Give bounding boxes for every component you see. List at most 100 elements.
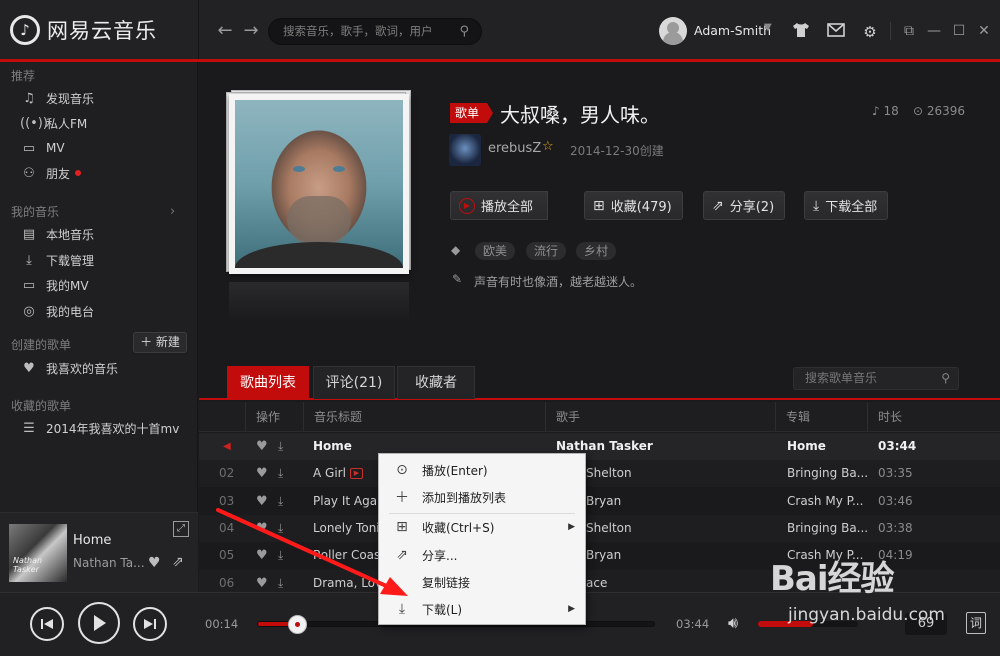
heart-icon[interactable]: ♥: [256, 542, 268, 569]
sidebar-item-collected-playlist[interactable]: ☰ 2014年我喜欢的十首mv: [20, 417, 179, 439]
playlist-search-input[interactable]: 搜索歌单音乐 ⚲: [793, 367, 959, 390]
song-artist[interactable]: Shelton: [556, 515, 766, 542]
song-artist[interactable]: ace: [556, 570, 766, 593]
heart-icon[interactable]: ♥: [148, 555, 161, 571]
minimize-icon[interactable]: —: [925, 22, 943, 40]
mini-mode-icon[interactable]: ⧉: [900, 22, 918, 40]
menu-item-share[interactable]: ⇗ 分享...: [379, 542, 585, 568]
collect-button[interactable]: ⊞ 收藏(479): [584, 191, 683, 220]
maximize-icon[interactable]: ☐: [950, 22, 968, 40]
sidebar-item-downloads[interactable]: ⤓ 下载管理: [20, 249, 94, 271]
submenu-arrow-icon: ▶: [568, 522, 575, 532]
now-playing-mini[interactable]: Nathan Tasker Home Nathan Ta... ⤢ ♥ ⇗: [0, 512, 198, 592]
search-icon[interactable]: ⚲: [941, 368, 950, 389]
sidebar-item-discover[interactable]: ♫ 发现音乐: [20, 87, 94, 109]
menu-item-add-to-queue[interactable]: ＋ 添加到播放列表: [379, 484, 585, 510]
song-album[interactable]: Bringing Ba...: [787, 515, 867, 542]
chevron-right-icon[interactable]: ›: [170, 204, 175, 219]
play-all-button[interactable]: ▶ 播放全部: [450, 191, 548, 220]
lyrics-button[interactable]: 词: [966, 612, 986, 634]
expand-icon[interactable]: ⤢: [173, 521, 189, 537]
mail-icon[interactable]: [826, 22, 846, 42]
download-icon[interactable]: ⤓: [278, 460, 283, 487]
sidebar-item-mv[interactable]: ▭ MV: [20, 137, 65, 159]
volume-slider[interactable]: [758, 621, 858, 627]
menu-item-download[interactable]: ⤓ 下载(L) ▶: [379, 596, 585, 622]
download-all-button[interactable]: ⤓ 下载全部: [804, 191, 889, 220]
sidebar-item-my-mv[interactable]: ▭ 我的MV: [20, 274, 89, 296]
song-artist[interactable]: Nathan Tasker: [556, 433, 766, 460]
tab-comments[interactable]: 评论(21): [313, 366, 395, 399]
song-album[interactable]: Crash My P...: [787, 488, 867, 515]
back-arrow-icon[interactable]: ←: [214, 20, 236, 42]
creator-name[interactable]: erebusZ: [488, 141, 541, 156]
song-title-text: Home: [313, 439, 352, 453]
menu-item-play[interactable]: ⊙ 播放(Enter): [379, 457, 585, 483]
logo-icon: ♪: [10, 15, 40, 45]
song-album[interactable]: Crash My P...: [787, 542, 867, 569]
sidebar-item-friends[interactable]: ⚇ 朋友: [20, 162, 82, 184]
sidebar-item-local-music[interactable]: ▤ 本地音乐: [20, 223, 94, 245]
download-all-label: 下载全部: [825, 200, 878, 215]
play-pause-button[interactable]: [78, 602, 120, 644]
tab-song-list[interactable]: 歌曲列表: [227, 366, 309, 399]
song-artist[interactable]: Bryan: [556, 542, 766, 569]
heart-icon[interactable]: ♥: [256, 515, 268, 542]
skin-shirt-icon[interactable]: [791, 22, 811, 42]
avatar[interactable]: [659, 17, 687, 45]
column-header-album[interactable]: 专辑: [775, 402, 867, 432]
previous-track-button[interactable]: [30, 607, 64, 641]
download-icon[interactable]: ⤓: [278, 433, 283, 460]
column-header-artist[interactable]: 歌手: [545, 402, 775, 432]
table-row[interactable]: 04 ♥ ⤓ Lonely Tonig Shelton Bringing Ba... 03:…: [199, 514, 1000, 542]
song-album[interactable]: Bringing Ba...: [787, 460, 867, 487]
tag-pill[interactable]: 乡村: [576, 242, 617, 260]
mini-album-cover[interactable]: Nathan Tasker: [9, 524, 67, 582]
song-album[interactable]: [787, 570, 867, 593]
tag-pill[interactable]: 流行: [526, 242, 567, 260]
download-icon[interactable]: ⤓: [278, 488, 283, 515]
username[interactable]: Adam-Smith: [694, 23, 771, 38]
forward-arrow-icon[interactable]: →: [240, 20, 262, 42]
menu-item-copy-link[interactable]: 复制链接: [379, 569, 585, 595]
tab-collectors[interactable]: 收藏者: [397, 366, 475, 399]
creator-avatar[interactable]: [449, 134, 481, 166]
share-icon[interactable]: ⇗: [172, 554, 184, 570]
heart-icon[interactable]: ♥: [256, 488, 268, 515]
gear-icon[interactable]: ⚙: [860, 22, 880, 42]
heart-icon[interactable]: ♥: [256, 570, 268, 593]
tag-pill[interactable]: 欧美: [475, 242, 516, 260]
next-track-button[interactable]: [133, 607, 167, 641]
chevron-down-icon[interactable]: ▼: [764, 22, 772, 33]
playlist-cover[interactable]: [223, 90, 411, 276]
download-icon[interactable]: ⤓: [278, 542, 283, 569]
heart-icon[interactable]: ♥: [256, 460, 268, 487]
song-artist[interactable]: Shelton: [556, 460, 766, 487]
download-icon[interactable]: ⤓: [278, 570, 283, 593]
mv-icon[interactable]: ▶: [349, 468, 363, 480]
heart-icon[interactable]: ♥: [256, 433, 268, 460]
sidebar-item-liked-music[interactable]: ♥ 我喜欢的音乐: [20, 357, 118, 379]
search-icon[interactable]: ⚲: [459, 19, 469, 44]
search-input[interactable]: 搜索音乐，歌手，歌词，用户 ⚲: [268, 18, 482, 45]
share-button[interactable]: ⇗ 分享(2): [703, 191, 786, 220]
app-logo[interactable]: ♪ 网易云音乐: [10, 15, 157, 45]
close-icon[interactable]: ✕: [975, 22, 993, 40]
table-row[interactable]: 02 ♥ ⤓ A Girl ▶ Shelton Bringing Ba... 03:35: [199, 460, 1000, 488]
new-playlist-button[interactable]: ＋ 新建: [133, 332, 187, 353]
download-icon[interactable]: ⤓: [278, 515, 283, 542]
song-album[interactable]: Home: [787, 433, 867, 460]
column-header-duration[interactable]: 时长: [867, 402, 1000, 432]
table-row[interactable]: 06 ♥ ⤓ Drama, Love ace: [199, 569, 1000, 593]
column-header-title[interactable]: 音乐标题: [303, 402, 545, 432]
table-row[interactable]: 03 ♥ ⤓ Play It Again Bryan Crash My P... 03:46: [199, 487, 1000, 515]
sidebar-item-fm[interactable]: ((•)) 私人FM: [20, 112, 87, 134]
table-row[interactable]: ◀ ♥ ⤓ Home Nathan Tasker Home 03:44: [199, 433, 1000, 460]
menu-item-collect[interactable]: ⊞ 收藏(Ctrl+S) ▶: [379, 514, 585, 540]
volume-icon[interactable]: 🔊︎: [728, 613, 738, 633]
progress-handle[interactable]: [288, 615, 308, 634]
playlist-counter[interactable]: 69: [905, 613, 947, 635]
sidebar-item-my-radio[interactable]: ◎ 我的电台: [20, 300, 94, 322]
table-row[interactable]: 05 ♥ ⤓ Roller Coas Bryan Crash My P... 04:19: [199, 542, 1000, 570]
song-artist[interactable]: Bryan: [556, 488, 766, 515]
